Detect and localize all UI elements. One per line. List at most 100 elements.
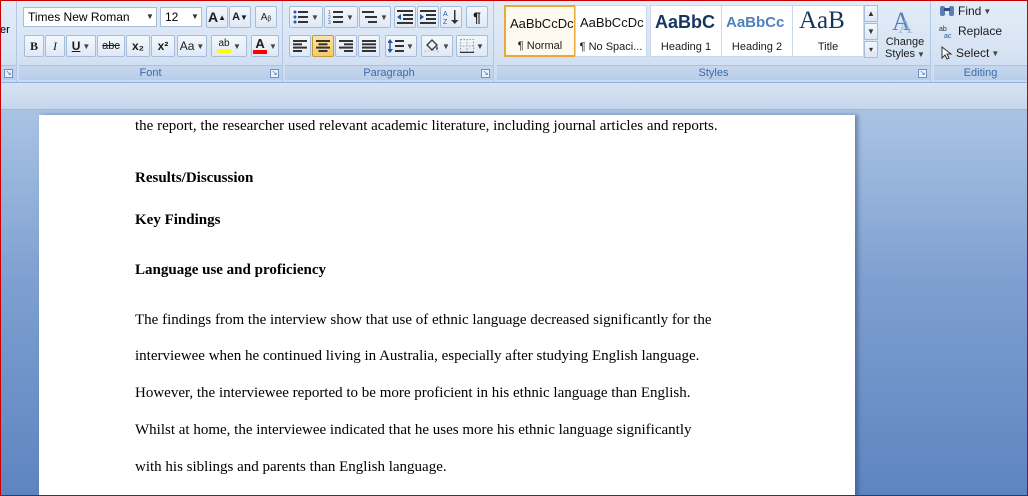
justify-button[interactable] [358, 35, 380, 57]
paint-bucket-icon [424, 39, 439, 53]
sort-icon: A Z [443, 10, 459, 25]
align-left-icon [293, 40, 307, 52]
clear-formatting-button[interactable]: Aᵦ [255, 6, 277, 28]
grow-font-button[interactable]: A ▲ [206, 6, 228, 28]
select-label: Select [956, 46, 990, 60]
style-heading-2-preview: AaBbCc [726, 14, 785, 31]
bold-button[interactable]: B [24, 35, 44, 57]
style-heading-1-preview: AaBbC [655, 12, 716, 32]
style-no-spacing[interactable]: AaBbCcDc ¶ No Spaci... [575, 5, 647, 57]
bold-icon: B [29, 38, 38, 53]
font-color-button[interactable]: A ▼ [251, 35, 279, 57]
bullets-button[interactable]: ▼ [289, 6, 323, 28]
styles-group-label: Styles [497, 65, 930, 80]
style-title[interactable]: AaB Title [792, 5, 864, 57]
justify-icon [362, 40, 376, 52]
paragraph-group: ▼ 1 2 3 ▼ ▼ A Z ¶ ▼ ▼ ▼ Paragraph ↘ [285, 0, 494, 82]
styles-group: AaBbCcDc ¶ Normal AaBbCcDc ¶ No Spaci...… [497, 0, 931, 82]
change-styles-button[interactable]: A A Change Styles ▼ [880, 2, 930, 64]
increase-indent-button[interactable] [417, 6, 439, 28]
document-page[interactable]: the report, the researcher used relevant… [39, 115, 855, 496]
style-title-name: Title [817, 41, 839, 53]
underline-icon: U [71, 39, 81, 53]
strikethrough-button[interactable]: abc [97, 35, 125, 57]
align-center-button[interactable] [312, 35, 334, 57]
underline-button[interactable]: U ▼ [66, 35, 96, 57]
shrink-font-icon: A [232, 11, 241, 23]
italic-button[interactable]: I [45, 35, 65, 57]
select-button[interactable]: Select ▼ [938, 42, 1008, 64]
line-spacing-button[interactable]: ▼ [385, 35, 417, 57]
style-normal-name: ¶ Normal [517, 40, 563, 52]
styles-launcher-icon[interactable]: ↘ [918, 69, 927, 78]
align-center-icon [316, 40, 330, 52]
cursor-arrow-icon [941, 46, 953, 60]
font-size-combo[interactable]: 12 ▼ [160, 7, 202, 27]
styles-more-icon[interactable]: ▾ [864, 41, 878, 58]
doc-line-5: The findings from the interview show tha… [135, 312, 712, 328]
style-normal-preview: AaBbCcDc [510, 16, 574, 31]
ribbon: er ↘ Times New Roman ▼ 12 ▼ A ▲ A ▼ Aᵦ B I… [0, 0, 1028, 83]
shrink-font-button[interactable]: A ▼ [229, 6, 251, 28]
strikethrough-icon: abc [102, 40, 120, 52]
font-name-dropdown-icon[interactable]: ▼ [144, 8, 156, 26]
clipboard-launcher-icon[interactable]: ↘ [4, 69, 13, 78]
change-case-button[interactable]: Aa ▼ [177, 35, 207, 57]
font-name-value: Times New Roman [28, 10, 130, 24]
find-button[interactable]: Find ▼ [938, 0, 1002, 22]
styles-scroll-up-icon[interactable]: ▲ [864, 5, 878, 22]
subscript-button[interactable]: x₂ [126, 35, 150, 57]
font-size-dropdown-icon[interactable]: ▼ [189, 8, 201, 26]
replace-button[interactable]: ab ac Replace [938, 20, 1008, 42]
style-heading-1-name: Heading 1 [660, 41, 712, 53]
borders-button[interactable]: ▼ [456, 35, 488, 57]
sort-button[interactable]: A Z [440, 6, 462, 28]
change-case-icon: Aa [179, 39, 195, 53]
style-no-spacing-preview: AaBbCcDc [580, 15, 644, 30]
editing-group-label: Editing [934, 65, 1027, 80]
align-right-icon [339, 40, 353, 52]
grow-font-icon: A [207, 9, 219, 25]
doc-line-8: Whilst at home, the interviewee indicate… [135, 422, 692, 438]
style-heading-2-name: Heading 2 [731, 41, 783, 53]
styles-scroll-down-icon[interactable]: ▼ [864, 23, 878, 40]
doc-line-1: the report, the researcher used relevant… [135, 118, 718, 134]
highlight-button[interactable]: ab ▼ [211, 35, 247, 57]
paragraph-launcher-icon[interactable]: ↘ [481, 69, 490, 78]
paragraph-group-label: Paragraph [285, 65, 493, 80]
clipped-label: er [0, 24, 10, 36]
clear-formatting-icon: Aᵦ [260, 11, 272, 23]
font-color-bar [253, 50, 268, 54]
font-size-value: 12 [165, 10, 179, 24]
font-launcher-icon[interactable]: ↘ [270, 69, 279, 78]
change-styles-label-1: Change [885, 35, 925, 48]
font-group-label: Font [19, 65, 282, 80]
font-color-icon: A [253, 36, 268, 54]
align-left-button[interactable] [289, 35, 311, 57]
pilcrow-icon: ¶ [473, 9, 481, 25]
decrease-indent-icon [397, 10, 413, 24]
highlight-icon: ab [217, 39, 232, 53]
italic-icon: I [53, 38, 57, 53]
doc-line-9: with his siblings and parents than Engli… [135, 459, 447, 475]
svg-text:A: A [898, 16, 913, 36]
multilevel-list-button[interactable]: ▼ [359, 6, 391, 28]
find-label: Find [958, 4, 982, 18]
shading-button[interactable]: ▼ [421, 35, 453, 57]
numbering-button[interactable]: 1 2 3 ▼ [324, 6, 358, 28]
style-heading-2[interactable]: AaBbCc Heading 2 [721, 5, 793, 57]
highlight-color-bar [217, 49, 232, 53]
font-name-combo[interactable]: Times New Roman ▼ [23, 7, 157, 27]
superscript-button[interactable]: x² [151, 35, 175, 57]
replace-label: Replace [958, 24, 1003, 38]
language-use-heading: Language use and proficiency [135, 262, 326, 278]
style-normal[interactable]: AaBbCcDc ¶ Normal [504, 5, 576, 57]
style-heading-1[interactable]: AaBbC Heading 1 [650, 5, 722, 57]
decrease-indent-button[interactable] [394, 6, 416, 28]
ruler-strip [0, 83, 1028, 110]
show-hide-marks-button[interactable]: ¶ [466, 6, 488, 28]
font-color-label: A [255, 36, 265, 51]
align-right-button[interactable] [335, 35, 357, 57]
svg-text:ab: ab [939, 26, 947, 33]
editing-group: Find ▼ ab ac Replace Select ▼ Editing [934, 0, 1027, 82]
